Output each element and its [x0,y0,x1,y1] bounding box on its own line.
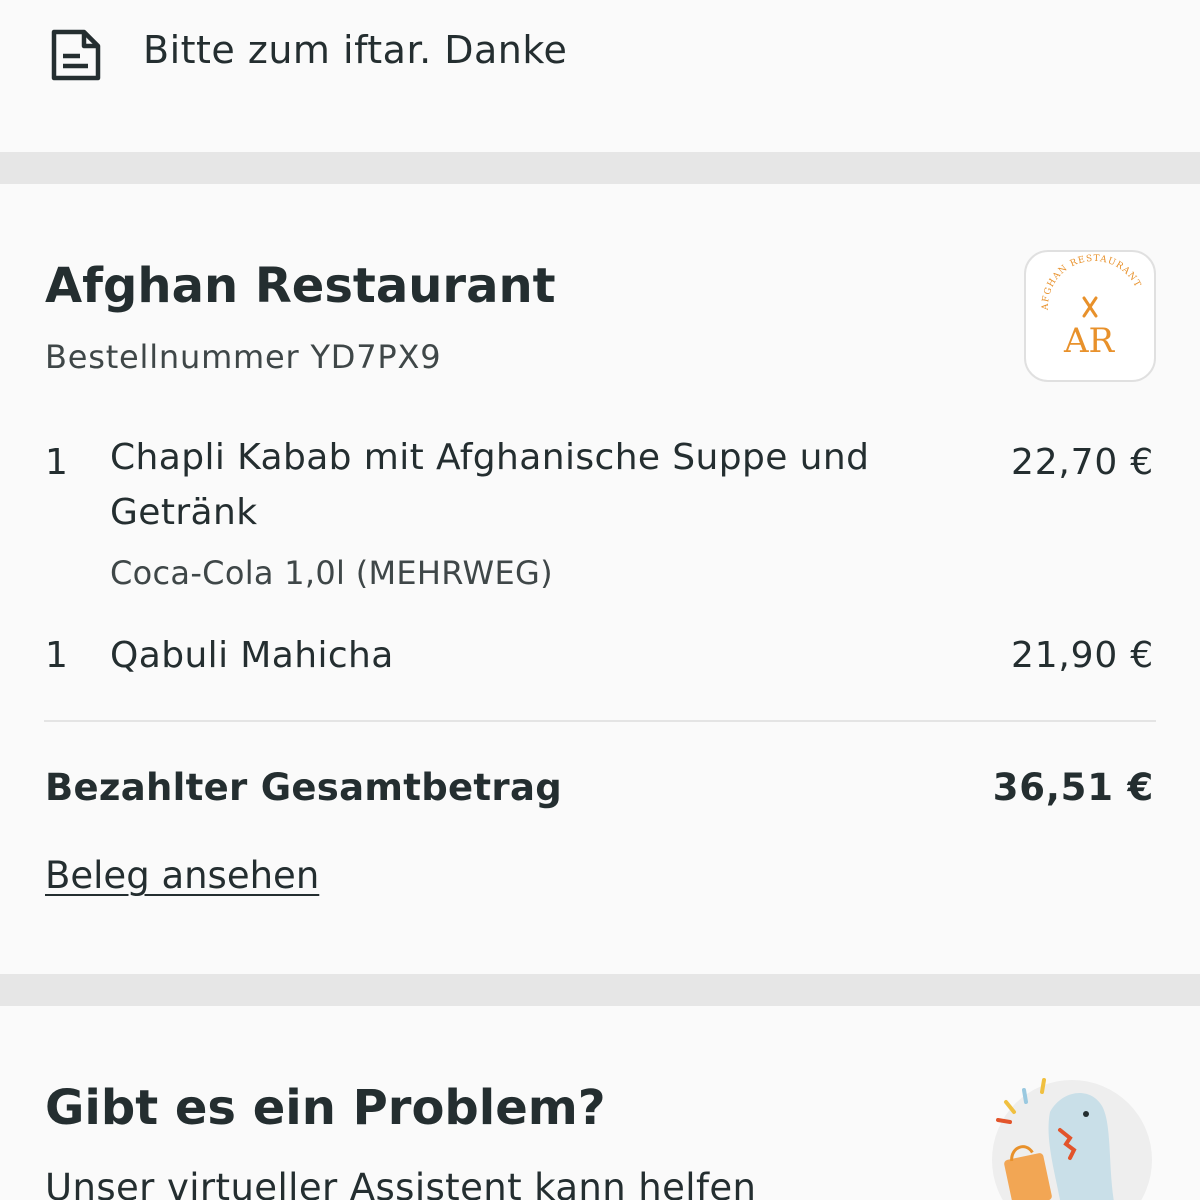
item-price: 22,70 € [1010,442,1154,483]
order-note-text: Bitte zum iftar. Danke [143,28,568,72]
total-label: Bezahlter Gesamtbetrag [45,766,562,809]
help-subtitle: Unser virtueller Assistent kann helfen [45,1166,757,1200]
help-title: Gibt es ein Problem? [45,1080,606,1136]
logo-initials: AR [1063,321,1116,361]
item-name: Chapli Kabab mit Afghanische Suppe und G… [110,437,870,533]
restaurant-name: Afghan Restaurant [45,258,556,314]
order-note-row: Bitte zum iftar. Danke [0,0,1200,152]
item-option: Coca-Cola 1,0l (MEHRWEG) [110,554,553,592]
note-document-icon [50,28,102,82]
items-divider [44,720,1156,722]
section-divider [0,152,1200,184]
order-details-screen: Bitte zum iftar. Danke Afghan Restaurant… [0,0,1200,1200]
restaurant-logo: AFGHAN RESTAURANT AR [1024,250,1156,382]
view-receipt-link[interactable]: Beleg ansehen [45,854,319,897]
item-quantity: 1 [45,635,68,676]
section-divider [0,974,1200,1006]
fork-knife-icon [1082,296,1098,318]
assistant-illustration-icon [980,1072,1160,1200]
total-value: 36,51 € [992,766,1154,809]
item-quantity: 1 [45,442,68,483]
order-number: Bestellnummer YD7PX9 [45,338,442,376]
item-price: 21,90 € [1010,635,1154,676]
item-name: Qabuli Mahicha [110,635,394,676]
